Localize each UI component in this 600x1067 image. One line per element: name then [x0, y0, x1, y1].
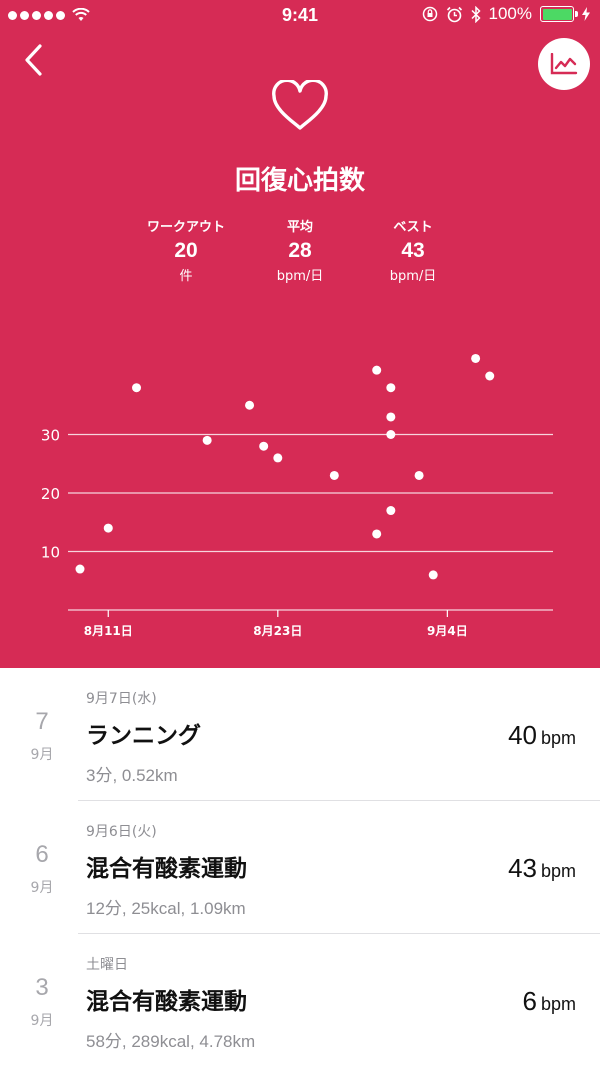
battery-percentage: 100%: [488, 4, 532, 23]
stat-average: 平均 28 bpm/日: [235, 216, 365, 284]
workout-row[interactable]: 6 9月 9月6日(火) 混合有酸素運動 12分, 25kcal, 1.09km…: [0, 801, 600, 934]
y-tick-label: 10: [41, 544, 60, 562]
stat-unit: bpm/日: [389, 269, 437, 284]
workout-details: 12分, 25kcal, 1.09km: [86, 899, 246, 918]
workout-row[interactable]: 7 9月 9月7日(水) ランニング 3分, 0.52km 40 bpm: [0, 668, 600, 801]
workout-bpm: 43 bpm: [508, 853, 576, 884]
stat-label: ワークアウト: [146, 220, 225, 235]
data-point: [75, 564, 85, 574]
workout-name: 混合有酸素運動: [86, 856, 247, 882]
back-button[interactable]: [18, 40, 52, 80]
charging-icon: [582, 7, 590, 21]
line-chart-icon: [550, 53, 578, 75]
stat-value: 43: [401, 239, 425, 262]
data-point: [428, 570, 438, 580]
stat-workouts: ワークアウト 20 件: [121, 216, 251, 284]
stat-unit: 件: [179, 269, 193, 284]
data-point: [202, 435, 212, 445]
data-point: [386, 506, 396, 516]
battery-icon: [540, 6, 578, 22]
data-point: [132, 383, 142, 393]
data-point: [273, 453, 283, 463]
chart-view-button[interactable]: [538, 38, 590, 90]
bpm-value: 40: [508, 720, 537, 750]
bluetooth-icon: [470, 5, 481, 23]
workout-name: 混合有酸素運動: [86, 989, 247, 1015]
workout-day: 6: [35, 841, 49, 868]
recovery-heart-rate-chart: 10 20 30 8月11日 8月23日 9月4日: [41, 353, 553, 638]
heart-icon: [272, 80, 328, 130]
x-tick-label: 8月23日: [253, 624, 302, 638]
stat-unit: bpm/日: [276, 269, 324, 284]
data-point: [372, 529, 382, 539]
bpm-unit: bpm: [540, 861, 576, 881]
stat-label: ベスト: [393, 220, 433, 235]
workout-name: ランニング: [86, 723, 201, 749]
data-point: [386, 412, 396, 422]
workout-row[interactable]: 3 9月 土曜日 混合有酸素運動 58分, 289kcal, 4.78km 6b…: [0, 934, 600, 1067]
stat-value: 20: [174, 239, 198, 262]
x-tick-label: 9月4日: [427, 624, 468, 638]
data-point: [471, 353, 481, 363]
data-point: [485, 371, 495, 381]
workout-bpm: 6 bpm: [523, 986, 576, 1017]
workout-month: 9月: [30, 880, 54, 896]
stat-value: 28: [288, 239, 312, 262]
y-tick-label: 20: [41, 485, 60, 503]
data-point: [386, 383, 396, 393]
data-point: [245, 400, 255, 410]
data-point: [103, 523, 113, 533]
alarm-icon: [446, 6, 462, 22]
workout-date: 土曜日: [86, 957, 128, 973]
chevron-left-icon: [25, 44, 42, 76]
page-title: 回復心拍数: [234, 166, 365, 196]
rotation-lock-icon: [422, 6, 437, 22]
workout-details: 3分, 0.52km: [86, 766, 178, 785]
data-point: [414, 470, 424, 480]
stat-label: 平均: [286, 220, 313, 235]
bpm-unit: bpm: [540, 728, 576, 748]
workout-month: 9月: [30, 1013, 54, 1029]
bpm-unit: bpm: [540, 994, 576, 1014]
data-point: [259, 441, 269, 451]
status-bar: 9:41 100%: [0, 0, 600, 32]
data-point: [329, 470, 339, 480]
stat-best: ベスト 43 bpm/日: [348, 216, 478, 284]
data-point: [386, 430, 396, 439]
data-point: [372, 365, 382, 375]
workout-details: 58分, 289kcal, 4.78km: [86, 1032, 256, 1051]
workout-month: 9月: [30, 747, 54, 763]
workout-bpm: 40 bpm: [508, 720, 576, 751]
workout-day: 7: [35, 708, 49, 735]
workout-date: 9月6日(火): [86, 824, 157, 840]
bpm-value: 43: [508, 853, 537, 883]
hero-section: 9:41 100% 回復心拍数 ワークアウト 20 件 平均 28 bpm/日 …: [0, 0, 600, 668]
workout-date: 9月7日(水): [86, 691, 157, 707]
x-tick-label: 8月11日: [84, 624, 133, 638]
y-tick-label: 30: [41, 427, 60, 445]
bpm-value: 6: [522, 986, 537, 1016]
workout-day: 3: [35, 974, 49, 1001]
